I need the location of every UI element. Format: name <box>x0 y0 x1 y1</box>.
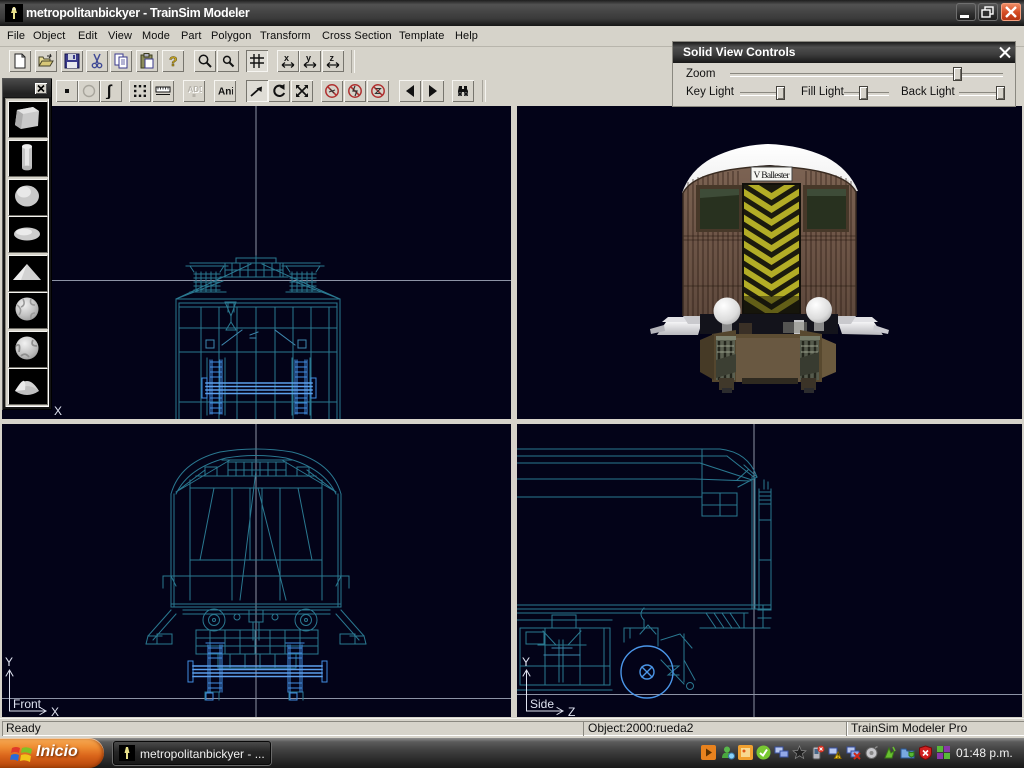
svg-text:z: z <box>330 53 335 63</box>
svg-text:Ani: Ani <box>218 87 233 98</box>
svg-text:Y: Y <box>522 655 530 669</box>
svg-text:Front: Front <box>13 697 42 711</box>
svg-text:!: ! <box>837 753 839 760</box>
svg-text:V Ballester: V Ballester <box>754 171 791 181</box>
svg-text:ADD: ADD <box>188 85 203 94</box>
svg-text:X: X <box>51 705 59 717</box>
svg-text:X: X <box>54 404 62 418</box>
svg-text:Side: Side <box>530 697 554 711</box>
svg-text:Z: Z <box>568 705 575 717</box>
svg-text:y: y <box>306 53 311 63</box>
svg-text:x: x <box>284 53 289 63</box>
svg-text:?: ? <box>169 53 178 69</box>
svg-text:∫: ∫ <box>105 83 113 99</box>
svg-text:Y: Y <box>5 655 13 669</box>
